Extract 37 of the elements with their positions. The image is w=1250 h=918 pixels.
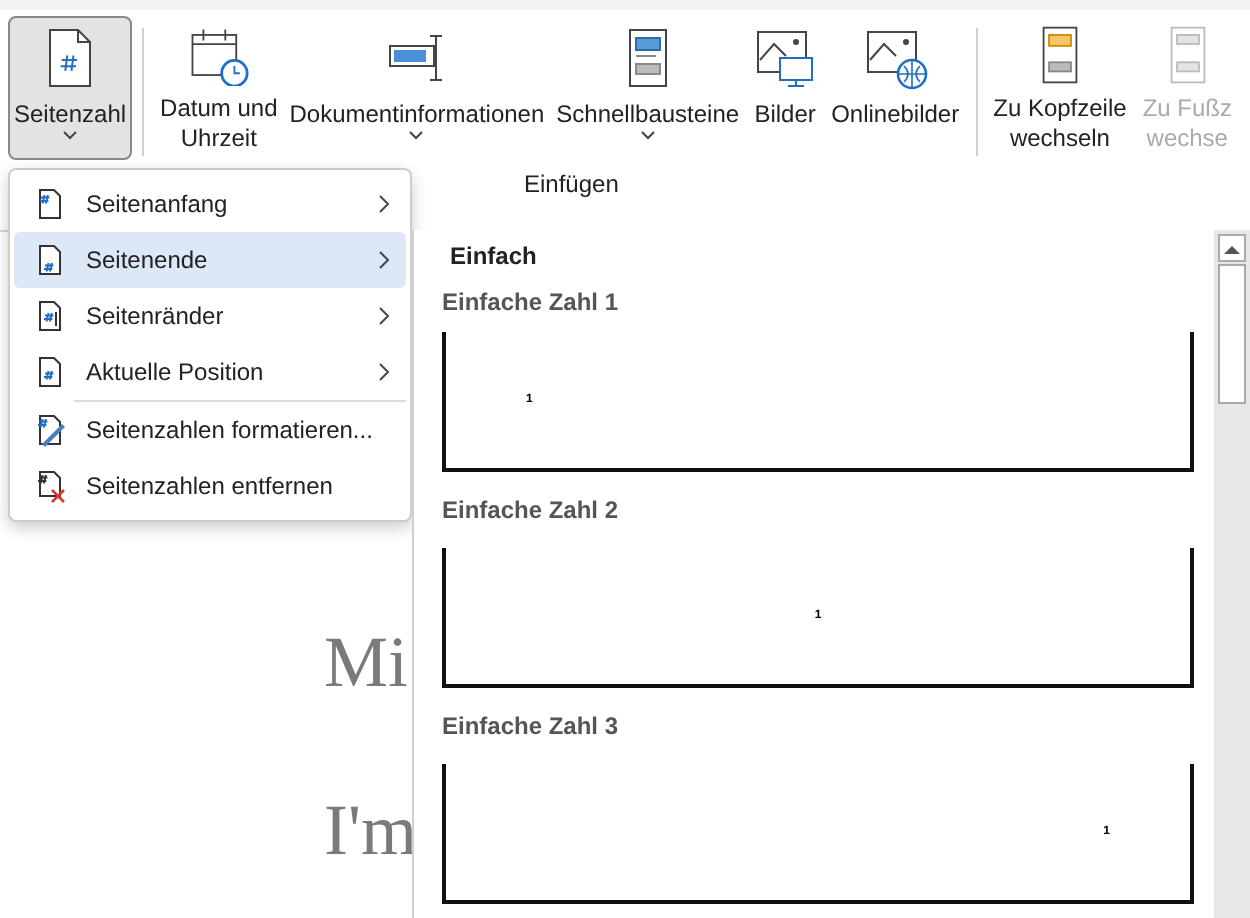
chevron-right-icon <box>378 194 390 214</box>
gallery-item-label: Einfache Zahl 2 <box>442 496 621 524</box>
scroll-thumb[interactable] <box>1218 264 1246 404</box>
menu-item[interactable]: Seitenzahlen formatieren... <box>14 402 406 458</box>
ribbon-button[interactable]: Seitenzahl <box>8 16 133 160</box>
remove-number-icon <box>34 469 66 503</box>
document-text: Mi <box>324 620 409 706</box>
page-number-icon <box>34 355 66 389</box>
scrollbar[interactable] <box>1214 230 1250 918</box>
page-top-icon <box>34 187 66 221</box>
menu-item[interactable]: Seitenanfang <box>14 176 406 232</box>
menu-item[interactable]: Aktuelle Position <box>14 344 406 400</box>
menu-item[interactable]: Seitenzahlen entfernen <box>14 458 406 514</box>
ribbon-button[interactable]: Onlinebilder <box>825 16 966 160</box>
page-margin-icon <box>34 299 66 333</box>
chevron-right-icon <box>378 306 390 326</box>
ribbon-button[interactable]: Dokumentinformationen <box>283 16 551 160</box>
caret-icon <box>408 130 425 140</box>
gallery-heading: Einfach <box>450 242 539 270</box>
chevron-right-icon <box>378 362 390 382</box>
document-text: I'm <box>324 788 417 874</box>
caret-icon <box>62 130 79 140</box>
menu-item[interactable]: Seitenende <box>14 232 406 288</box>
group-label: Einfügen <box>524 170 619 198</box>
caret-icon <box>639 130 656 140</box>
page-bottom-icon <box>34 243 66 277</box>
format-pen-icon <box>34 413 66 447</box>
ribbon-button[interactable]: Datum und Uhrzeit <box>154 16 284 160</box>
gallery-item-label: Einfache Zahl 3 <box>442 712 621 740</box>
scroll-up-button[interactable] <box>1218 234 1246 262</box>
up-arrow-icon <box>1224 243 1240 253</box>
ribbon-button[interactable]: Bilder <box>745 16 826 160</box>
menu-item[interactable]: Seitenränder <box>14 288 406 344</box>
ribbon-button[interactable]: Schnellbausteine <box>550 16 746 160</box>
gallery-item-label: Einfache Zahl 1 <box>442 288 621 316</box>
ribbon-button[interactable]: Zu Kopfzeile wechseln <box>987 16 1133 160</box>
chevron-right-icon <box>378 250 390 270</box>
